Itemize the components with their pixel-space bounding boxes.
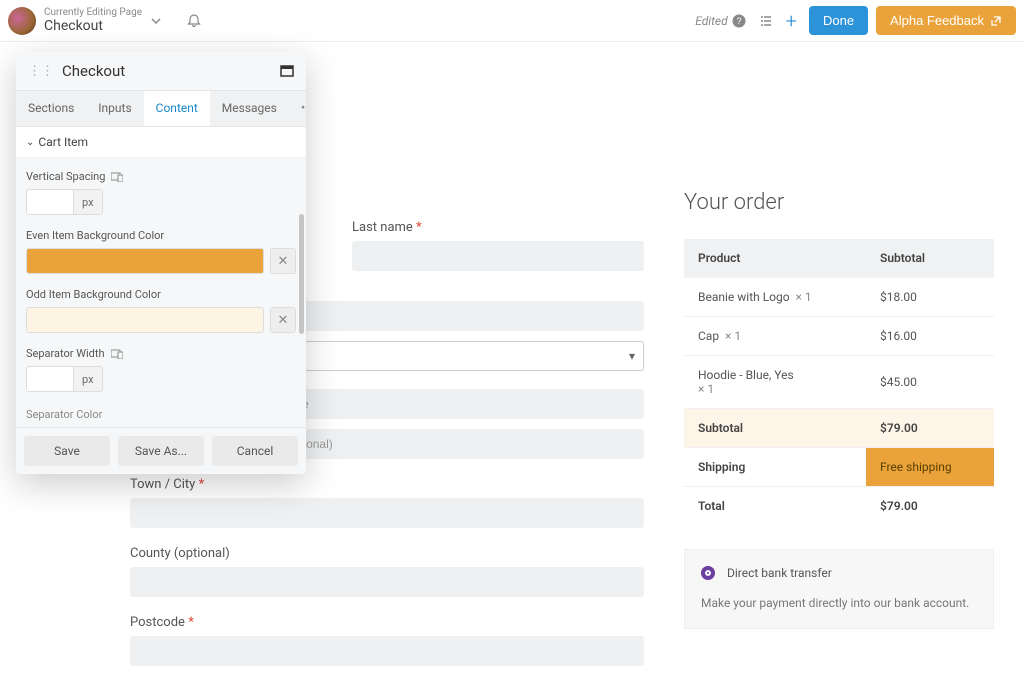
module-settings-panel: ⋮⋮ Checkout Sections Inputs Content Mess… <box>16 52 306 474</box>
required-asterisk: * <box>416 220 422 235</box>
town-label: Town / City * <box>130 477 644 492</box>
last-name-field: Last name * <box>352 220 644 271</box>
unit-label[interactable]: px <box>74 189 103 215</box>
order-summary: Your order Product Subtotal Beanie with … <box>684 72 994 676</box>
odd-bg-swatch[interactable] <box>26 307 264 333</box>
save-as-button[interactable]: Save As... <box>118 436 204 466</box>
add-module-button[interactable]: + <box>786 9 797 33</box>
payment-description: Make your payment directly into our bank… <box>701 594 977 612</box>
town-input[interactable] <box>130 498 644 528</box>
external-link-icon <box>990 15 1002 27</box>
tab-sections[interactable]: Sections <box>16 91 86 126</box>
county-field: County (optional) <box>130 546 644 597</box>
payment-radio-row[interactable]: Direct bank transfer <box>701 566 977 580</box>
page-title: Checkout <box>44 18 142 34</box>
county-input[interactable] <box>130 567 644 597</box>
payment-method-label: Direct bank transfer <box>727 566 832 580</box>
more-tabs-icon[interactable]: ••• <box>289 91 306 126</box>
last-name-label: Last name * <box>352 220 644 235</box>
alpha-feedback-label: Alpha Feedback <box>890 13 984 28</box>
unit-label[interactable]: px <box>74 366 103 392</box>
separator-width-input[interactable] <box>26 366 74 392</box>
subtotal-row: Subtotal $79.00 <box>684 409 994 448</box>
shipping-row: Shipping Free shipping <box>684 448 994 487</box>
radio-checked-icon <box>701 566 715 580</box>
vertical-spacing-input[interactable] <box>26 189 74 215</box>
page-title-block: Currently Editing Page Checkout <box>44 7 142 34</box>
edited-label: Edited <box>695 14 727 28</box>
alpha-feedback-button[interactable]: Alpha Feedback <box>876 6 1016 35</box>
cancel-button[interactable]: Cancel <box>212 436 298 466</box>
order-header-product: Product <box>684 239 866 278</box>
separator-width-input-group: px <box>26 366 296 392</box>
chevron-down-icon[interactable] <box>150 15 162 27</box>
svg-text:?: ? <box>736 16 741 26</box>
even-bg-swatch[interactable] <box>26 248 264 274</box>
chevron-down-icon: ⌄ <box>26 137 34 148</box>
order-table: Product Subtotal Beanie with Logo × 1 $1… <box>684 239 994 525</box>
accordion-cart-item[interactable]: ⌄ Cart Item <box>16 127 306 158</box>
separator-width-label: Separator Width <box>26 347 296 360</box>
order-title: Your order <box>684 72 994 215</box>
save-button[interactable]: Save <box>24 436 110 466</box>
done-button[interactable]: Done <box>809 6 868 35</box>
vertical-spacing-label: Vertical Spacing <box>26 170 296 183</box>
tab-messages[interactable]: Messages <box>210 91 289 126</box>
town-field: Town / City * <box>130 477 644 528</box>
chevron-down-icon: ▾ <box>629 349 635 363</box>
panel-footer: Save Save As... Cancel <box>16 427 306 474</box>
odd-bg-row: ✕ <box>26 307 296 333</box>
responsive-icon[interactable] <box>111 349 123 359</box>
odd-bg-label: Odd Item Background Color <box>26 288 296 301</box>
postcode-field: Postcode * <box>130 615 644 666</box>
clear-even-bg-button[interactable]: ✕ <box>270 248 296 274</box>
total-row: Total $79.00 <box>684 487 994 526</box>
maximize-icon[interactable] <box>280 65 294 77</box>
drag-handle-icon[interactable]: ⋮⋮ <box>28 64 54 79</box>
table-row: Hoodie - Blue, Yes× 1 $45.00 <box>684 356 994 409</box>
required-asterisk: * <box>199 477 205 492</box>
clear-odd-bg-button[interactable]: ✕ <box>270 307 296 333</box>
panel-header[interactable]: ⋮⋮ Checkout <box>16 52 306 90</box>
county-label: County (optional) <box>130 546 644 561</box>
page-subtitle: Currently Editing Page <box>44 7 142 18</box>
required-asterisk: * <box>188 615 194 630</box>
table-row: Beanie with Logo × 1 $18.00 <box>684 278 994 317</box>
payment-method-box: Direct bank transfer Make your payment d… <box>684 549 994 629</box>
scrollbar-thumb[interactable] <box>299 214 304 334</box>
bell-icon[interactable] <box>186 13 202 29</box>
postcode-input[interactable] <box>130 636 644 666</box>
tab-inputs[interactable]: Inputs <box>86 91 143 126</box>
even-bg-label: Even Item Background Color <box>26 229 296 242</box>
help-icon[interactable]: ? <box>732 14 746 28</box>
outline-icon[interactable] <box>758 13 774 29</box>
panel-title: Checkout <box>62 62 280 80</box>
panel-body: Vertical Spacing px Even Item Background… <box>16 158 306 408</box>
last-name-input[interactable] <box>352 241 644 271</box>
app-logo <box>8 7 36 35</box>
tab-content[interactable]: Content <box>144 91 210 126</box>
table-row: Cap × 1 $16.00 <box>684 317 994 356</box>
done-button-label: Done <box>823 13 854 28</box>
postcode-label: Postcode * <box>130 615 644 630</box>
topbar: Currently Editing Page Checkout Edited ?… <box>0 0 1024 42</box>
responsive-icon[interactable] <box>111 172 123 182</box>
separator-color-label: Separator Color <box>16 408 306 427</box>
order-header-subtotal: Subtotal <box>866 239 994 278</box>
even-bg-row: ✕ <box>26 248 296 274</box>
vertical-spacing-input-group: px <box>26 189 296 215</box>
panel-tabs: Sections Inputs Content Messages ••• <box>16 90 306 127</box>
